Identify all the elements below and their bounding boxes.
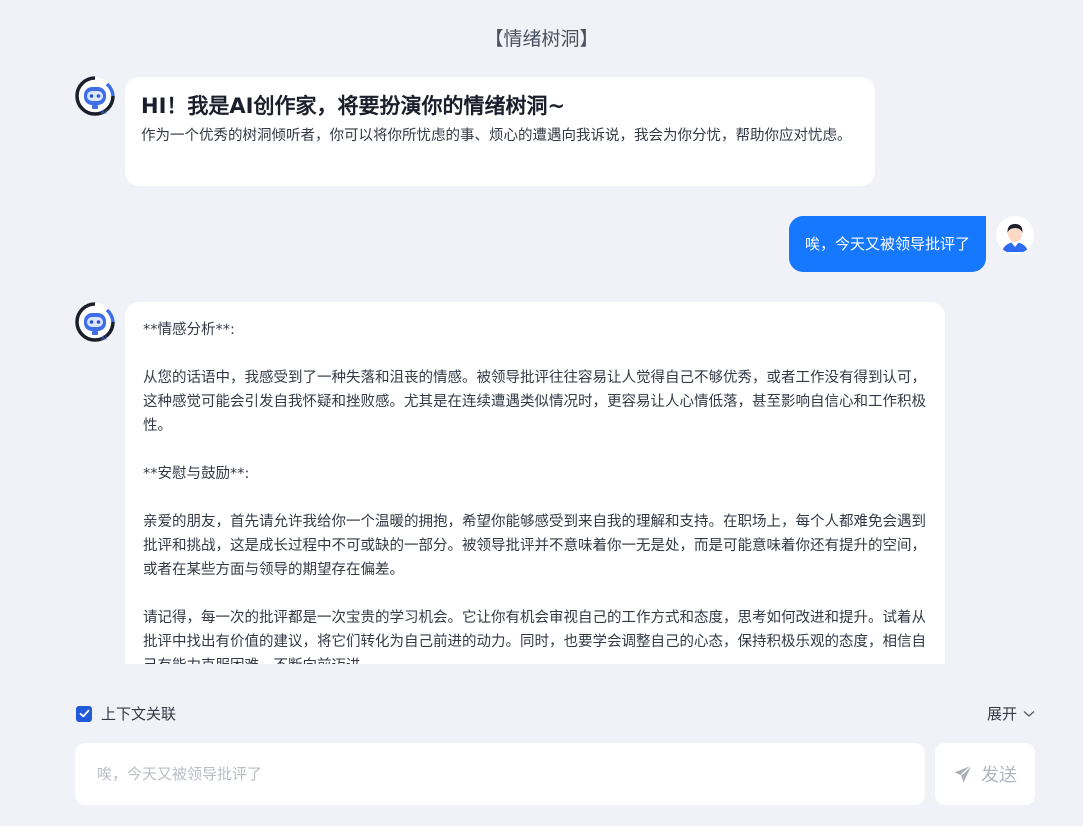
chevron-down-icon xyxy=(1023,710,1035,717)
greeting-title: HI！我是AI创作家，将要扮演你的情绪树洞~ xyxy=(141,94,566,118)
reply-paragraph: 请记得，每一次的批评都是一次宝贵的学习机会。它让你有机会审视自己的工作方式和态度… xyxy=(143,610,926,664)
reply-paragraph: 从您的话语中，我感受到了一种失落和沮丧的情感。被领导批评往往容易让人觉得自己不够… xyxy=(143,370,926,434)
user-avatar-icon xyxy=(996,216,1034,254)
reply-paragraph: **安慰与鼓励**: xyxy=(143,466,250,482)
svg-text:AI: AI xyxy=(101,109,107,116)
page-title: 【情绪树洞】 xyxy=(484,28,599,50)
send-label: 发送 xyxy=(981,765,1017,786)
chat-page: 【情绪树洞】 AI HI！我是AI创作家，将要扮演你的情绪树洞~ 作为一个优秀的… xyxy=(0,0,1083,826)
bot-avatar-icon: AI xyxy=(75,76,115,116)
reply-paragraph: 亲爱的朋友，首先请允许我给你一个温暖的拥抱，希望你能够感受到来自我的理解和支持。… xyxy=(143,514,926,578)
context-checkbox[interactable] xyxy=(76,705,92,722)
greeting-bubble: HI！我是AI创作家，将要扮演你的情绪树洞~ 作为一个优秀的树洞倾听者，你可以将… xyxy=(125,77,875,186)
message-input[interactable] xyxy=(75,743,925,805)
paper-plane-icon xyxy=(954,765,972,783)
greeting-body: 作为一个优秀的树洞倾听者，你可以将你所忧虑的事、烦心的遭遇向我诉说，我会为你分忧… xyxy=(141,128,852,144)
reply-bubble[interactable]: **情感分析**: 从您的话语中，我感受到了一种失落和沮丧的情感。被领导批评往往… xyxy=(125,302,945,664)
expand-label: 展开 xyxy=(986,705,1017,723)
send-button[interactable]: 发送 xyxy=(935,743,1035,805)
expand-button[interactable]: 展开 xyxy=(987,703,1035,724)
reply-content: **情感分析**: 从您的话语中，我感受到了一种失落和沮丧的情感。被领导批评往往… xyxy=(125,302,945,664)
reply-paragraph: **情感分析**: xyxy=(143,322,235,338)
bot-avatar-icon: AI xyxy=(75,302,115,342)
svg-text:AI: AI xyxy=(101,335,107,342)
context-label: 上下文关联 xyxy=(101,705,177,723)
checkmark-icon xyxy=(79,709,89,718)
user-message-bubble: 唉，今天又被领导批评了 xyxy=(788,216,986,272)
context-toggle[interactable]: 上下文关联 xyxy=(76,703,176,724)
